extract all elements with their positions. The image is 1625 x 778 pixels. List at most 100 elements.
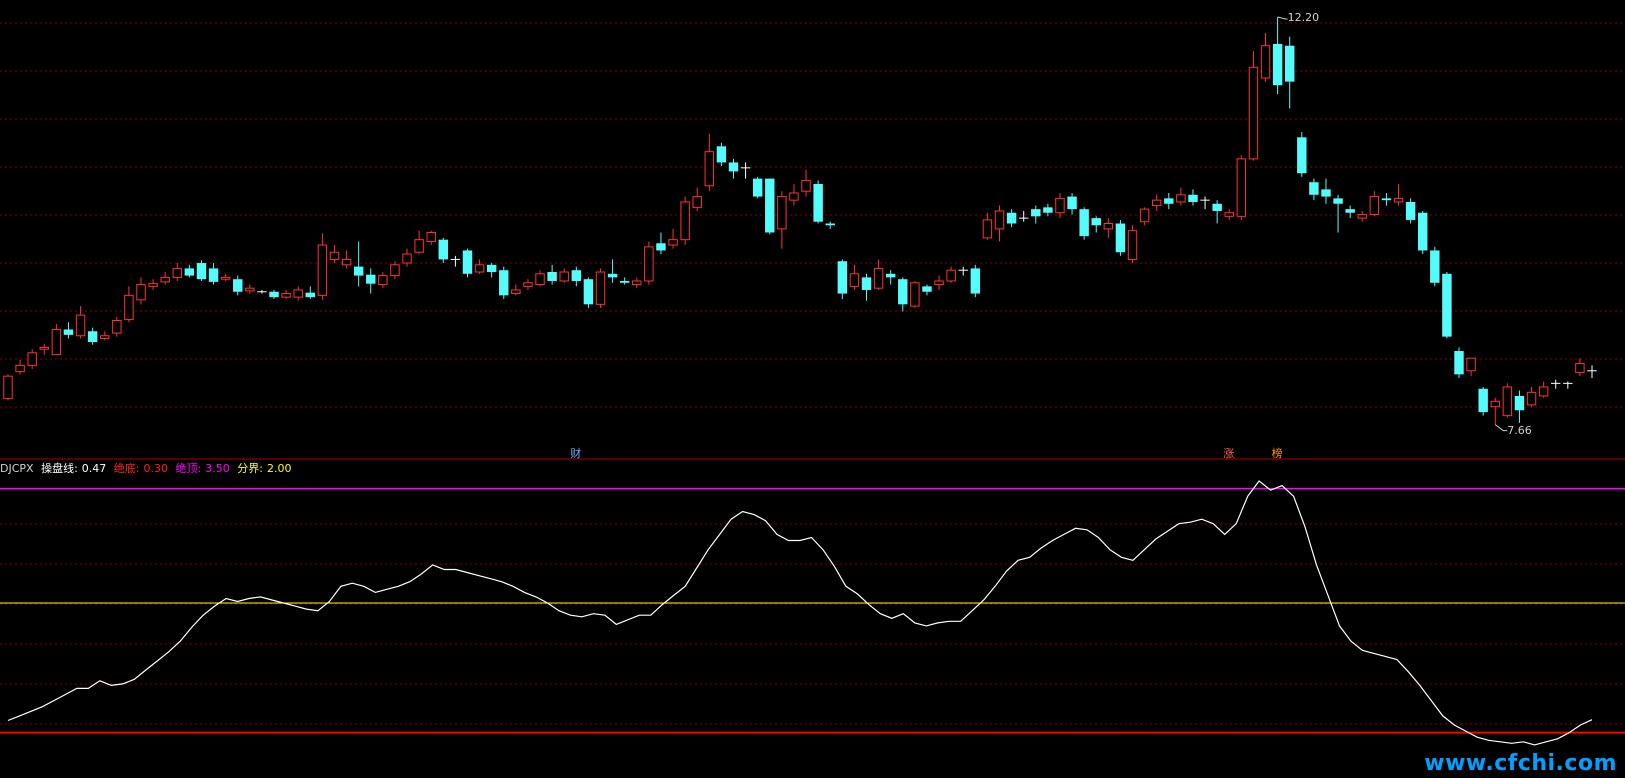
candle-body (922, 286, 932, 292)
candle-body (366, 274, 376, 284)
candle-body (1405, 201, 1416, 220)
candle-body (1164, 198, 1174, 204)
candle-body (583, 279, 594, 305)
candle-body (462, 250, 473, 274)
candle-body (317, 244, 328, 296)
candle-body (27, 352, 37, 366)
candle-body (1357, 214, 1367, 219)
candle-body (196, 263, 207, 280)
caopan-line (7, 480, 1593, 746)
candle-body (1151, 199, 1162, 207)
candle-body (353, 266, 364, 276)
candle-body (75, 314, 86, 337)
candle-body (1224, 212, 1234, 217)
candle-body (1381, 198, 1392, 201)
indicator-reference-lines (0, 487, 1625, 734)
candle-body (160, 276, 170, 283)
candle-body (607, 273, 618, 278)
candle-body (813, 184, 823, 222)
candle-body (1309, 182, 1319, 195)
candle-body (1043, 207, 1053, 213)
candle-body (547, 272, 557, 281)
candle-body (523, 282, 533, 287)
candle-body (668, 239, 678, 246)
candle-body (1490, 400, 1500, 408)
caopan-label: 操盘线: (41, 462, 78, 475)
fenjie-label: 分界: (237, 462, 263, 475)
candle-body (752, 178, 763, 197)
candle-body (873, 267, 884, 289)
candle-body (1127, 230, 1138, 260)
candle-body (1369, 196, 1380, 216)
candle-body (51, 328, 62, 356)
fenjie-value: 2.00 (266, 462, 292, 475)
candle-body (777, 196, 787, 230)
candle-body (1454, 351, 1464, 375)
candle-body (1079, 209, 1089, 237)
candle-body (269, 291, 279, 298)
candle-body (1272, 43, 1283, 86)
candle-body (341, 258, 352, 266)
candle-body (1115, 223, 1126, 253)
indicator-header: DJCPX 操盘线: 0.47 绝底: 0.30 绝顶: 3.50 分界: 2.00 (0, 460, 295, 476)
watermark: www.cfchi.com (1424, 751, 1617, 776)
candle-body (87, 331, 98, 343)
candle-body (438, 239, 449, 260)
candle-body (765, 178, 775, 233)
candle-body (474, 264, 485, 273)
candle-body (801, 179, 811, 192)
candle-body (934, 280, 944, 286)
stock-chart (0, 16, 1625, 746)
candle-body (994, 210, 1005, 230)
candle-body (3, 375, 13, 400)
candle-body (716, 146, 727, 163)
candle-body (970, 268, 981, 294)
candle-body (728, 162, 739, 172)
candle-body (281, 293, 291, 298)
juedi-value: 0.30 (143, 462, 169, 475)
candle-body (837, 261, 848, 294)
candle-body (1321, 189, 1331, 197)
candle-body (39, 346, 49, 350)
candle-body (1006, 212, 1017, 224)
candle-body (1514, 395, 1525, 411)
candle-body (1103, 223, 1114, 230)
candle-body (1345, 209, 1355, 213)
candle-body (632, 280, 642, 286)
candle-body (208, 268, 219, 282)
candle-body (946, 269, 956, 282)
candle-body (825, 223, 835, 226)
candle-body (511, 289, 521, 295)
price-low-label: 7.66 (1507, 423, 1532, 437)
candle-body (910, 282, 920, 307)
candle-body (656, 243, 666, 251)
candle-body (426, 231, 436, 242)
candle-body (414, 239, 424, 253)
candle-body (124, 294, 134, 321)
indicator-line-series (7, 480, 1593, 746)
event-marker-zhang[interactable]: 涨 (1223, 445, 1234, 461)
jueding-value: 3.50 (205, 462, 230, 475)
candle-body (898, 279, 908, 305)
caopan-value: 0.47 (81, 462, 107, 475)
candle-body (692, 196, 702, 208)
candle-body (1526, 391, 1537, 406)
jueding-label: 绝顶: (175, 462, 202, 475)
candle-body (1502, 386, 1513, 417)
candle-body (619, 280, 630, 283)
candle-body (499, 270, 509, 296)
candle-body (885, 273, 896, 278)
candle-body (172, 267, 182, 278)
event-marker-bang[interactable]: 榜 (1272, 445, 1283, 461)
candle-body (136, 284, 146, 301)
candle-body (1067, 196, 1077, 210)
candle-body (595, 271, 606, 305)
candle-body (1333, 198, 1343, 204)
candle-body (1466, 357, 1476, 372)
candle-body (1236, 158, 1247, 217)
candle-body (112, 319, 122, 334)
candle-body (982, 219, 993, 239)
candle-body (329, 251, 340, 260)
event-marker-cai[interactable]: 财 (570, 445, 581, 461)
candle-body (571, 270, 582, 281)
